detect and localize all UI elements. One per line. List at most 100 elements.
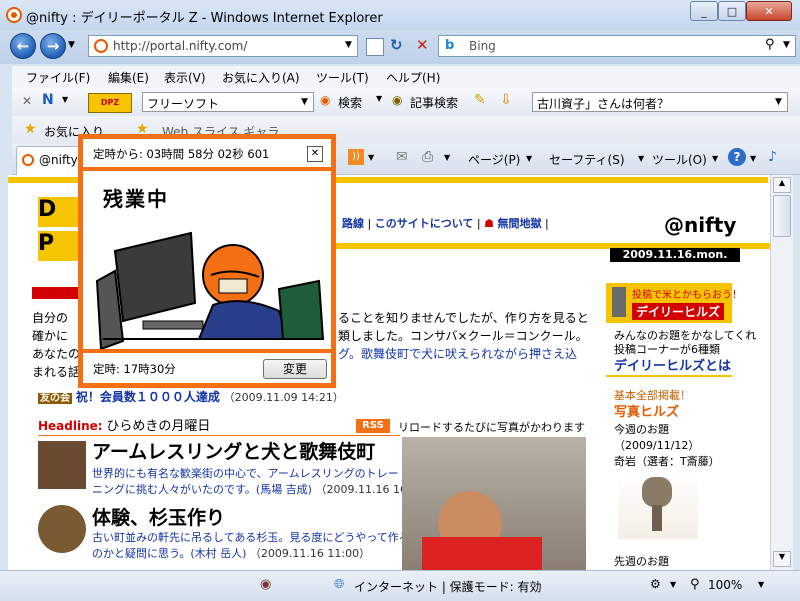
article-desc: のかと疑問に思う。(木村 岳人) （2009.11.16 11:00） xyxy=(92,545,370,561)
maximize-button[interactable]: □ xyxy=(718,1,746,21)
question-combo[interactable]: 古川資子」さんは何者？ ▼ xyxy=(532,92,788,112)
intro-right-line: ることを知りませんでしたが、作り方を見ると xyxy=(338,311,589,325)
article-title[interactable]: 体験、杉玉作り xyxy=(92,503,225,530)
question-dropdown-icon[interactable]: ▼ xyxy=(775,97,782,107)
print-dropdown-icon[interactable]: ▼ xyxy=(444,153,450,162)
history-dropdown-icon[interactable]: ▼ xyxy=(68,40,75,50)
close-button[interactable]: ✕ xyxy=(746,1,792,21)
address-field[interactable]: http://portal.nifty.com/ ▼ xyxy=(88,35,358,57)
n-logo-icon[interactable]: N xyxy=(42,92,54,108)
search-icon[interactable]: ⚲ xyxy=(765,37,775,52)
help-dropdown-icon[interactable]: ▼ xyxy=(750,154,756,163)
menu-favorites[interactable]: お気に入り(A) xyxy=(222,69,300,86)
stop-icon[interactable]: ✕ xyxy=(416,36,429,54)
tools-menu[interactable]: ツール(O) xyxy=(652,151,707,168)
toolbar-search-dropdown-icon[interactable]: ▼ xyxy=(301,97,308,107)
menu-view[interactable]: 表示(V) xyxy=(164,69,206,86)
side-divider xyxy=(606,375,732,377)
page-dropdown-icon[interactable]: ▼ xyxy=(526,154,532,163)
back-button[interactable]: ← xyxy=(10,33,36,59)
scroll-up-icon[interactable]: ▲ xyxy=(773,177,791,193)
reload-photo[interactable] xyxy=(402,437,586,570)
intro-right-line: 類しました。コンサバ×クール＝コンクール。 xyxy=(338,329,588,343)
download-icon[interactable]: ⇩ xyxy=(500,92,512,108)
print-icon[interactable]: ⎙ xyxy=(422,149,433,165)
article-title[interactable]: アームレスリングと犬と歌舞伎町 xyxy=(92,437,375,464)
article-desc: 古い町並みの軒先に吊るしてある杉玉。見る度にどうやって作る xyxy=(92,531,410,544)
daily-hills-banner[interactable]: 投稿で米とかもらおう！ デイリーヒルズ xyxy=(606,283,742,323)
nav-link-about[interactable]: このサイトについて xyxy=(375,217,474,230)
security-zone[interactable]: インターネット | 保護モード: 有効 xyxy=(354,578,542,595)
tab-nifty[interactable]: @nifty xyxy=(16,146,82,175)
member-date: （2009.11.09 14:21） xyxy=(223,391,344,404)
search-field[interactable]: b Bing ⚲ ▼ xyxy=(438,35,796,57)
member-link[interactable]: 祝！会員数１０００人達成 xyxy=(76,390,220,404)
intro-right-line[interactable]: グ。歌舞伎町で犬に吠えられながら押さえ込 xyxy=(338,345,589,363)
help-icon[interactable]: ? xyxy=(728,148,746,166)
menu-edit[interactable]: 編集(E) xyxy=(108,69,149,86)
zoom-level[interactable]: 100% xyxy=(708,578,742,592)
menu-tools[interactable]: ツール(T) xyxy=(316,69,369,86)
change-time-button[interactable]: 変更 xyxy=(263,359,327,379)
member-row: 友の会 祝！会員数１０００人達成 （2009.11.09 14:21） xyxy=(38,388,344,405)
nav-link-route[interactable]: 路線 xyxy=(342,217,364,230)
daily-portal-logo-icon[interactable]: DPZ xyxy=(88,93,132,113)
refresh-icon[interactable]: ↻ xyxy=(390,36,403,54)
menu-help[interactable]: ヘルプ(H) xyxy=(386,69,440,86)
question-text: 古川資子」さんは何者？ xyxy=(537,97,670,111)
rss-feed-icon[interactable]: )) xyxy=(348,149,364,165)
zone-dropdown-icon[interactable]: ▼ xyxy=(670,580,676,589)
photo-hills-title[interactable]: 写真ヒルズ xyxy=(614,401,679,420)
search-options-icon[interactable]: ▼ xyxy=(783,40,790,50)
desk-worker-drawing xyxy=(95,231,325,349)
this-week-date: （2009/11/12） xyxy=(614,439,700,452)
menu-file[interactable]: ファイル(F) xyxy=(26,69,90,86)
n-dropdown-icon[interactable]: ▼ xyxy=(62,95,68,104)
scroll-down-icon[interactable]: ▼ xyxy=(773,551,791,567)
intro-right-column: ることを知りませんでしたが、作り方を見ると 類しました。コンサバ×クール＝コンク… xyxy=(338,309,589,363)
forward-button[interactable]: → xyxy=(40,33,66,59)
rss-dropdown-icon[interactable]: ▼ xyxy=(368,153,374,162)
minimize-button[interactable]: _ xyxy=(690,1,718,21)
address-dropdown-icon[interactable]: ▼ xyxy=(345,40,352,50)
article-thumbnail-sugidama[interactable] xyxy=(38,505,86,553)
popup-close-button[interactable]: ✕ xyxy=(307,146,323,162)
zoom-dropdown-icon[interactable]: ▼ xyxy=(758,580,764,589)
rss-button[interactable]: RSS xyxy=(356,419,390,433)
reload-note: リロードするたびに写真がかわります xyxy=(398,421,585,434)
safety-dropdown-icon[interactable]: ▼ xyxy=(638,154,644,163)
favorites-star-icon[interactable]: ★ xyxy=(24,121,37,137)
highlighter-icon[interactable]: ✎ xyxy=(474,92,486,108)
compatibility-icon[interactable] xyxy=(366,38,384,56)
daily-hills-link[interactable]: デイリーヒルズとは xyxy=(614,355,731,374)
nifty-logo-text[interactable]: @nifty xyxy=(664,213,736,237)
rock-top xyxy=(642,477,672,507)
this-week-label: 今週のお題 xyxy=(614,423,669,436)
protected-mode-icon[interactable]: ⚙ xyxy=(650,577,661,591)
scroll-thumb[interactable] xyxy=(773,195,791,237)
search-placeholder: Bing xyxy=(469,39,496,53)
nav-link-hell[interactable]: 無間地獄 xyxy=(497,217,541,230)
toolbar-search-combo[interactable]: フリーソフト ▼ xyxy=(142,92,314,112)
date-display: 2009.11.16.mon. xyxy=(610,248,740,262)
toolbar-close-icon[interactable]: ✕ xyxy=(22,94,32,108)
close-icon: ✕ xyxy=(310,148,320,159)
tab-label: @nifty xyxy=(39,153,78,167)
search-button-dropdown-icon[interactable]: ▼ xyxy=(376,94,382,103)
vertical-scrollbar[interactable]: ▲ ▼ xyxy=(770,175,793,570)
toolbar-search-button[interactable]: 検索 xyxy=(338,94,362,111)
popup-inner: 定時から: 03時間 58分 02秒 601 ✕ 残業中 定時: 17時30分 … xyxy=(83,139,331,383)
tools-dropdown-icon[interactable]: ▼ xyxy=(712,154,718,163)
privacy-eye-icon[interactable]: ◉ xyxy=(260,577,271,592)
site-nav: 路線 | このサイトについて | ☗ 無間地獄 | xyxy=(342,217,549,230)
rock-photo[interactable] xyxy=(618,471,698,539)
article-search-button[interactable]: 記事検索 xyxy=(410,94,458,111)
safety-menu[interactable]: セーフティ(S) xyxy=(549,151,625,168)
photo-person-shirt xyxy=(422,537,542,570)
article-desc: 世界的にも有名な歓楽街の中心で、アームレスリングのトレー xyxy=(92,467,399,480)
mail-icon[interactable]: ✉ xyxy=(396,149,408,165)
page-menu[interactable]: ページ(P) xyxy=(468,151,520,168)
article-thumbnail-armwrestling[interactable] xyxy=(38,441,86,489)
nifty-toolbar: ✕ N ▼ DPZ フリーソフト ▼ ◉ 検索 ▼ ◉ 記事検索 ✎ ⇩ 古川資… xyxy=(12,88,800,117)
research-icon[interactable]: ♪ xyxy=(768,149,777,165)
